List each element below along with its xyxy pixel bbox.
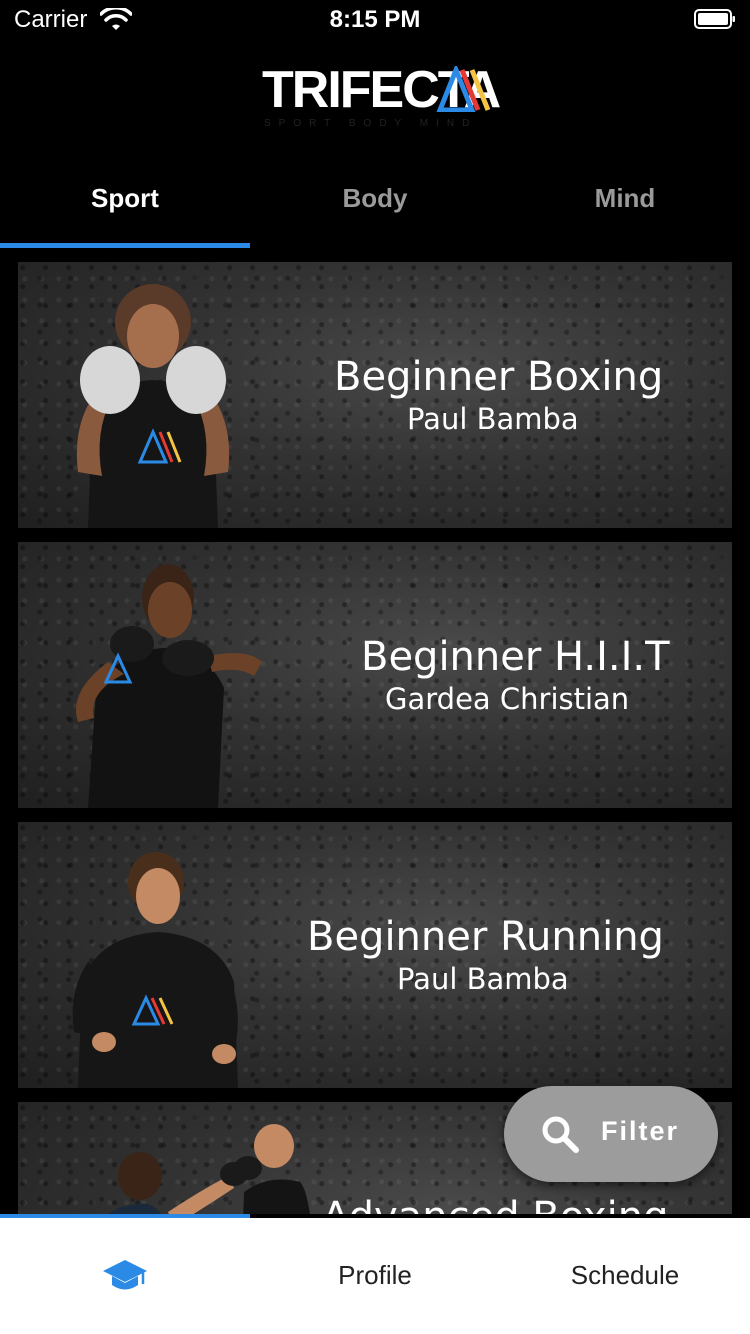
sparring-photo bbox=[107, 1124, 310, 1214]
filter-button[interactable]: Filter bbox=[504, 1086, 718, 1182]
program-card-beginner-running[interactable]: Beginner Running Paul Bamba bbox=[18, 822, 732, 1088]
program-list[interactable]: Beginner Boxing Paul Bamba Beginner H.I.… bbox=[0, 262, 750, 1214]
program-title: Advanced Boxing bbox=[322, 1194, 669, 1214]
program-coach: Paul Bamba bbox=[407, 402, 579, 436]
tab-body[interactable]: Body bbox=[250, 160, 500, 244]
search-icon bbox=[542, 1116, 579, 1153]
tab-mind[interactable]: Mind bbox=[500, 160, 750, 244]
status-time: 8:15 PM bbox=[329, 6, 421, 33]
bottom-nav-profile-label: Profile bbox=[338, 1260, 412, 1290]
category-tabs: Sport Body Mind bbox=[0, 160, 750, 248]
bottom-nav: Profile Schedule bbox=[0, 1218, 750, 1334]
logo-triangles-icon bbox=[436, 66, 491, 112]
program-card-beginner-hiit[interactable]: Beginner H.I.I.T Gardea Christian bbox=[18, 542, 732, 808]
program-title: Beginner Boxing bbox=[334, 354, 664, 400]
tab-active-indicator bbox=[0, 243, 250, 248]
filter-label: Filter bbox=[601, 1116, 680, 1146]
bottom-nav-learn[interactable] bbox=[0, 1218, 250, 1334]
tab-sport[interactable]: Sport bbox=[0, 160, 250, 244]
program-coach: Paul Bamba bbox=[397, 962, 569, 996]
battery-icon bbox=[694, 9, 735, 29]
trifecta-logo: TRIFECTA SPORT BODY MIND bbox=[262, 64, 501, 130]
program-card-beginner-boxing[interactable]: Beginner Boxing Paul Bamba bbox=[18, 262, 732, 528]
graduation-cap-icon bbox=[103, 1260, 147, 1290]
bottom-nav-schedule-label: Schedule bbox=[570, 1260, 680, 1290]
status-bar: Carrier 8:15 PM bbox=[0, 0, 750, 40]
program-title: Beginner H.I.I.T bbox=[361, 634, 670, 680]
bottom-nav-schedule[interactable]: Schedule bbox=[500, 1218, 750, 1334]
program-coach: Gardea Christian bbox=[385, 682, 630, 716]
runner-photo bbox=[72, 852, 238, 1088]
logo-tagline: SPORT BODY MIND bbox=[264, 118, 478, 129]
bottom-nav-profile[interactable]: Profile bbox=[250, 1218, 500, 1334]
program-title: Beginner Running bbox=[307, 914, 664, 960]
boxer-photo bbox=[76, 284, 230, 528]
hiit-trainer-photo bbox=[76, 564, 262, 808]
